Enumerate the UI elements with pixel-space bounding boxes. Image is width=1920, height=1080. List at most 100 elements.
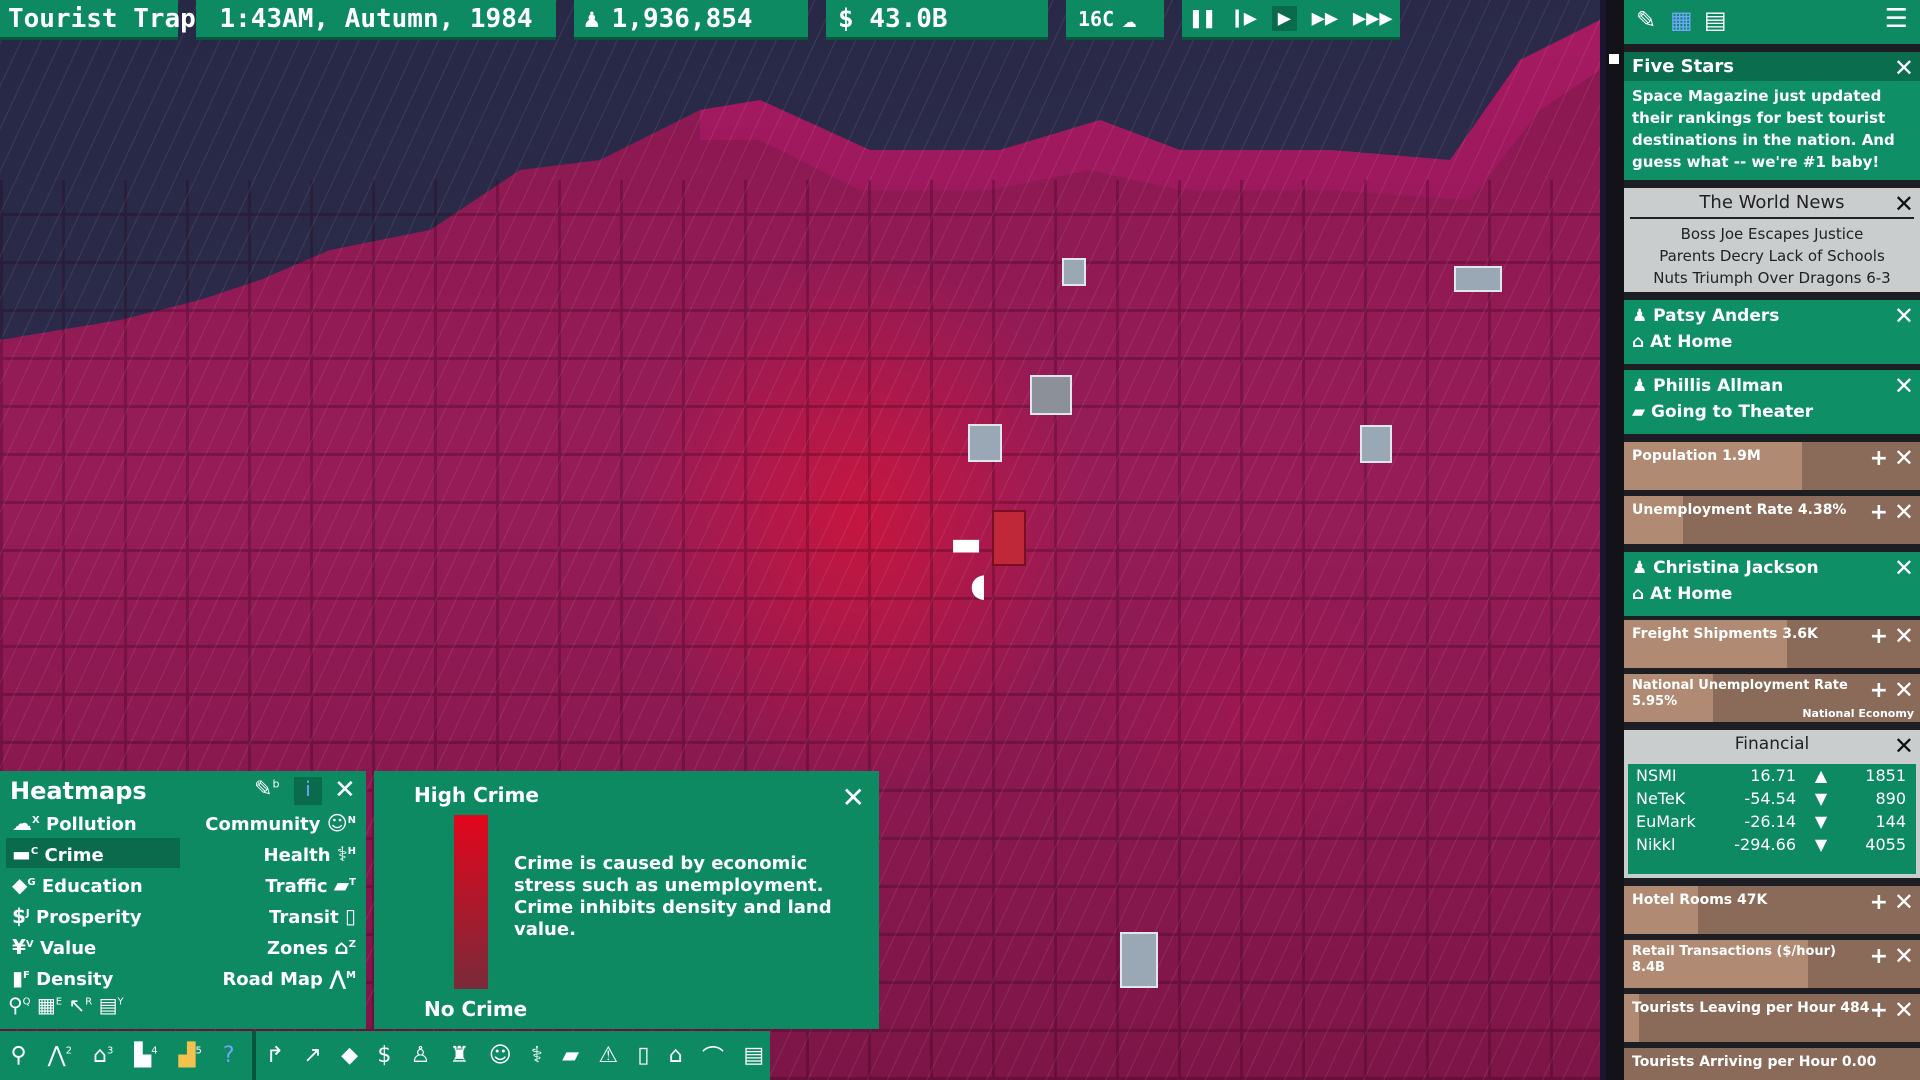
close-icon[interactable]: ✕: [1894, 500, 1914, 524]
stat-population[interactable]: Population 1.9M + ✕: [1624, 442, 1920, 490]
datetime-box[interactable]: 1:43AM, Autumn, 1984: [196, 0, 556, 40]
road-tool-icon[interactable]: ↖R: [68, 993, 92, 1017]
pause-button[interactable]: ❚❚: [1189, 6, 1216, 31]
search-icon[interactable]: ⚲: [10, 1043, 26, 1068]
police-icon[interactable]: ♙: [411, 1043, 431, 1068]
heatmap-prosperity[interactable]: $J Prosperity: [12, 904, 142, 928]
close-icon[interactable]: ✕: [1894, 446, 1914, 470]
heatmap-zones[interactable]: Zones ⌂Z: [267, 935, 356, 959]
close-icon[interactable]: ✕: [1894, 734, 1914, 758]
close-icon[interactable]: ✕: [1894, 304, 1914, 328]
population-box[interactable]: ♟ 1,936,854: [574, 0, 808, 40]
five-stars-card[interactable]: Five Stars ✕ Space Magazine just updated…: [1624, 52, 1920, 180]
play-button[interactable]: ▶: [1271, 6, 1297, 31]
scrollbar[interactable]: [1606, 0, 1624, 1080]
stat-retail[interactable]: Retail Transactions ($/hour) 8.4B + ✕: [1624, 940, 1920, 988]
gun-icon[interactable]: ▬: [950, 524, 982, 564]
speech-bubble-icon[interactable]: ◖: [970, 566, 987, 604]
house-icon[interactable]: ⌂3: [93, 1043, 113, 1068]
close-icon[interactable]: ✕: [1894, 944, 1914, 968]
help-icon[interactable]: ?: [223, 1043, 235, 1068]
weather-box[interactable]: 16C ☁: [1066, 0, 1164, 40]
newspaper-icon[interactable]: ▤: [1704, 6, 1727, 34]
close-icon[interactable]: ✕: [334, 775, 356, 805]
warning-icon[interactable]: ⚠: [598, 1043, 618, 1068]
menu-icon[interactable]: ☰: [1885, 4, 1908, 34]
close-icon[interactable]: ✕: [1894, 998, 1914, 1022]
heatmap-traffic[interactable]: Traffic ▰T: [265, 873, 356, 897]
close-icon[interactable]: ✕: [842, 781, 865, 814]
money-icon[interactable]: $: [377, 1043, 391, 1068]
grid-icon[interactable]: ▦E: [37, 993, 62, 1017]
newspaper-icon[interactable]: ▤Y: [99, 993, 124, 1017]
pin-icon[interactable]: ✎b: [254, 777, 279, 802]
newspaper-icon[interactable]: ▤: [743, 1043, 764, 1068]
highlighted-building[interactable]: [1062, 258, 1086, 286]
house-icon[interactable]: ⌂: [669, 1043, 683, 1068]
rail-icon[interactable]: ↗: [303, 1043, 321, 1068]
heatmap-crime[interactable]: ▬C Crime: [12, 842, 104, 866]
city-name-box[interactable]: Tourist Trap: [0, 0, 196, 40]
road-icon[interactable]: ⋀2: [48, 1043, 72, 1068]
community-icon[interactable]: ☺: [489, 1043, 512, 1068]
info-icon[interactable]: i: [294, 777, 322, 805]
close-icon[interactable]: ✕: [1894, 678, 1914, 702]
headline[interactable]: Parents Decry Lack of Schools: [1624, 245, 1920, 267]
stat-unemployment[interactable]: Unemployment Rate 4.38% + ✕: [1624, 496, 1920, 544]
stat-tourists-arriving[interactable]: Tourists Arriving per Hour 0.00: [1624, 1048, 1920, 1080]
monument-icon[interactable]: ♜: [450, 1043, 470, 1068]
car-icon[interactable]: ▰: [562, 1043, 579, 1068]
close-icon[interactable]: ✕: [1894, 624, 1914, 648]
add-icon[interactable]: +: [1870, 944, 1888, 969]
stock-row[interactable]: EuMark -26.14 ▼ 144: [1628, 810, 1916, 833]
highlighted-building[interactable]: [1120, 932, 1158, 988]
heatmap-health[interactable]: Health ⚕H: [264, 842, 357, 866]
highlighted-building[interactable]: [1360, 425, 1392, 463]
headline[interactable]: Nuts Triumph Over Dragons 6-3: [1624, 267, 1920, 289]
highlighted-building[interactable]: [1454, 266, 1502, 292]
highlighted-building[interactable]: [1030, 375, 1072, 415]
close-icon[interactable]: ✕: [1894, 374, 1914, 398]
heatmap-community[interactable]: Community ☺N: [205, 811, 356, 835]
close-icon[interactable]: ✕: [1894, 56, 1914, 80]
heatmap-value[interactable]: ¥V Value: [12, 935, 96, 959]
close-icon[interactable]: ✕: [1894, 556, 1914, 580]
headline[interactable]: Boss Joe Escapes Justice: [1624, 223, 1920, 245]
heatmap-transit[interactable]: Transit ▯: [269, 904, 356, 928]
money-box[interactable]: $ 43.0B: [826, 0, 1048, 40]
school-icon[interactable]: ◆: [341, 1043, 358, 1068]
world-news-card[interactable]: The World News ✕ Boss Joe Escapes Justic…: [1624, 188, 1920, 292]
scrollbar-thumb[interactable]: [1609, 54, 1619, 64]
grid-icon[interactable]: ▦: [1670, 6, 1693, 34]
heatmap-education[interactable]: ◆G Education: [12, 873, 143, 897]
pin-icon[interactable]: ✎: [1636, 6, 1656, 34]
park-icon[interactable]: ⌒: [702, 1040, 724, 1072]
heatmap-road-map[interactable]: Road Map ⋀M: [222, 966, 356, 990]
stat-freight[interactable]: Freight Shipments 3.6K + ✕: [1624, 620, 1920, 668]
slow-speed-button[interactable]: ❙▶: [1231, 6, 1258, 31]
search-icon[interactable]: ⚲Q: [8, 993, 31, 1017]
heatmap-density[interactable]: ▮F Density: [12, 966, 113, 990]
stock-row[interactable]: NeTeK -54.54 ▼ 890: [1628, 787, 1916, 810]
close-icon[interactable]: ✕: [1894, 890, 1914, 914]
financial-card[interactable]: Financial ✕ NSMI 16.71 ▲ 1851 NeTeK -54.…: [1624, 730, 1920, 878]
stock-row[interactable]: NSMI 16.71 ▲ 1851: [1628, 764, 1916, 787]
road-build-icon[interactable]: ↱: [266, 1043, 284, 1068]
add-icon[interactable]: +: [1870, 998, 1888, 1023]
stat-national-unemployment[interactable]: National Unemployment Rate 5.95% Nationa…: [1624, 674, 1920, 722]
fast-forward-button[interactable]: ▶▶: [1312, 6, 1339, 31]
fastest-button[interactable]: ▶▶▶: [1353, 6, 1393, 31]
citizen-card-christina[interactable]: ♟ Christina Jackson ⌂ At Home ✕: [1624, 552, 1920, 616]
close-icon[interactable]: ✕: [1894, 192, 1914, 216]
highlighted-building[interactable]: [968, 424, 1002, 462]
factory-icon[interactable]: ▙4: [134, 1043, 157, 1068]
add-icon[interactable]: +: [1870, 624, 1888, 649]
add-icon[interactable]: +: [1870, 678, 1888, 703]
add-icon[interactable]: +: [1870, 446, 1888, 471]
stat-hotel[interactable]: Hotel Rooms 47K + ✕: [1624, 886, 1920, 934]
stock-row[interactable]: Nikkl -294.66 ▼ 4055: [1628, 833, 1916, 856]
add-icon[interactable]: +: [1870, 500, 1888, 525]
bus-icon[interactable]: ▯: [637, 1043, 649, 1068]
stat-tourists-leaving[interactable]: Tourists Leaving per Hour 484 + ✕: [1624, 994, 1920, 1042]
bulldozer-icon[interactable]: ▟5: [179, 1043, 202, 1068]
